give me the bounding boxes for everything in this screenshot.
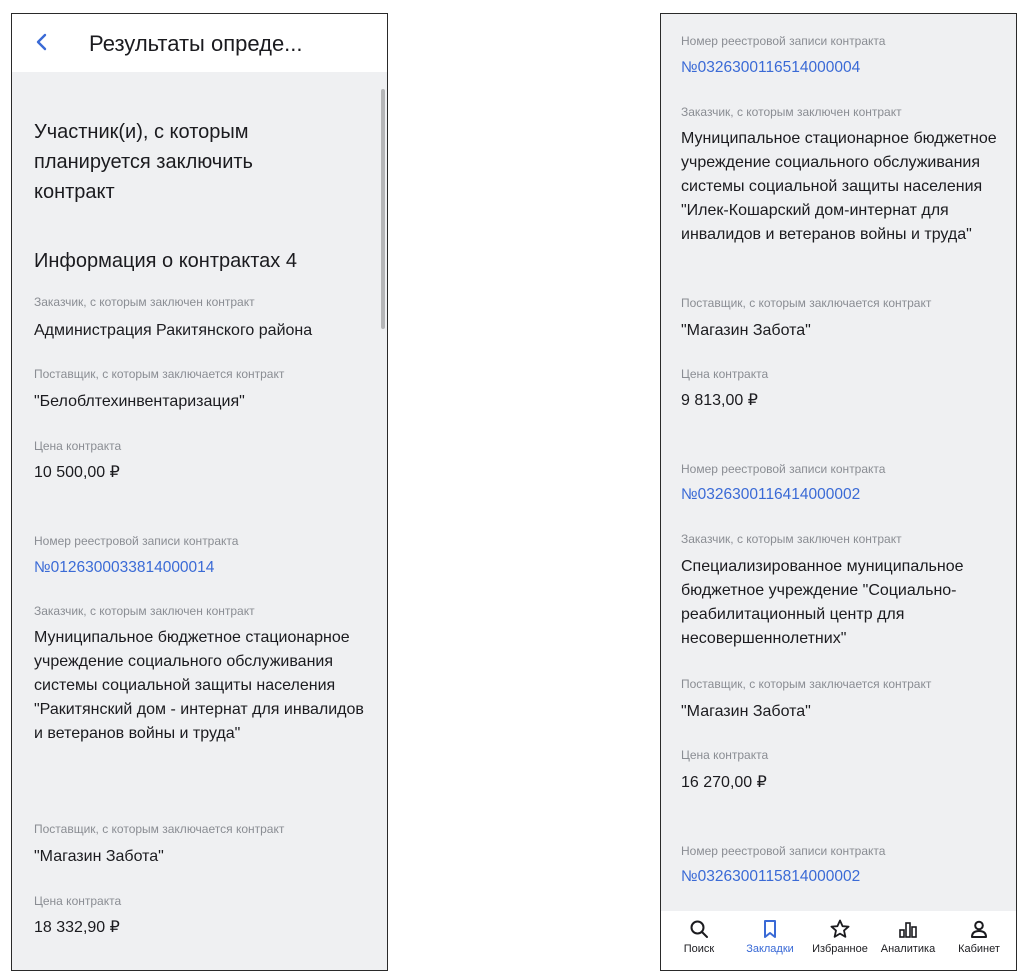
nav-item-bookmarks[interactable]: Закладки	[735, 919, 805, 955]
customer-value: Администрация Ракитянского района	[34, 322, 313, 339]
nav-item-account[interactable]: Кабинет	[944, 919, 1014, 955]
registry-link[interactable]: №0326300115814000002	[681, 868, 860, 886]
nav-item-favorites[interactable]: Избранное	[805, 919, 875, 955]
registry-label: Номер реестровой записи контракта	[34, 534, 239, 548]
analytics-icon	[899, 922, 917, 938]
customer-label: Заказчик, с которым заключен контракт	[681, 532, 902, 546]
registry-label: Номер реестровой записи контракта	[681, 844, 886, 858]
customer-label: Заказчик, с которым заключен контракт	[34, 604, 255, 618]
price-label: Цена контракта	[34, 894, 122, 908]
supplier-value: "Магазин Забота"	[681, 703, 811, 720]
section-heading-participants: Участник(и), с которым планируется заклю…	[34, 121, 253, 203]
page-title: Результаты опреде...	[89, 31, 303, 56]
right-screen: Номер реестровой записи контракта №03263…	[660, 13, 1017, 971]
scrollbar[interactable]	[381, 89, 385, 329]
nav-label: Поиск	[683, 943, 715, 955]
registry-link[interactable]: №0126300033814000014	[34, 559, 214, 577]
supplier-value: "Белоблтехинвентаризация"	[34, 393, 245, 410]
bookmark-icon	[764, 920, 776, 938]
registry-label: Номер реестровой записи контракта	[681, 462, 886, 476]
nav-item-search[interactable]: Поиск	[664, 919, 734, 955]
supplier-label: Поставщик, с которым заключается контрак…	[681, 677, 932, 691]
nav-label: Закладки	[746, 943, 794, 955]
star-icon	[830, 919, 850, 938]
supplier-value: "Магазин Забота"	[681, 322, 811, 339]
customer-value: Муниципальное стационарное бюджетное учр…	[681, 130, 997, 243]
nav-item-analytics[interactable]: Аналитика	[873, 919, 943, 955]
supplier-label: Поставщик, с которым заключается контрак…	[34, 822, 285, 836]
price-label: Цена контракта	[681, 748, 769, 762]
search-icon	[690, 920, 708, 938]
supplier-value: "Магазин Забота"	[34, 848, 164, 865]
price-value: 16 270,00 ₽	[681, 774, 767, 791]
nav-label: Избранное	[812, 943, 868, 955]
user-icon	[971, 920, 987, 938]
price-label: Цена контракта	[34, 439, 122, 453]
customer-value: Муниципальное бюджетное стационарное учр…	[34, 629, 364, 742]
customer-label: Заказчик, с которым заключен контракт	[34, 295, 255, 309]
price-value: 9 813,00 ₽	[681, 392, 758, 409]
nav-label: Аналитика	[880, 943, 936, 955]
section-heading-contracts: Информация о контрактах 4	[34, 250, 297, 272]
supplier-label: Поставщик, с которым заключается контрак…	[34, 367, 285, 381]
back-arrow-icon[interactable]	[32, 28, 52, 56]
price-value: 10 500,00 ₽	[34, 464, 120, 481]
customer-value: Специализированное муниципальное бюджетн…	[681, 558, 964, 647]
nav-label: Кабинет	[958, 943, 1000, 955]
registry-link[interactable]: №0326300116414000002	[681, 486, 860, 504]
customer-label: Заказчик, с которым заключен контракт	[681, 105, 902, 119]
registry-label: Номер реестровой записи контракта	[681, 34, 886, 48]
registry-link[interactable]: №0326300116514000004	[681, 59, 860, 77]
bottom-navigation: Поиск Закладки Избранное Аналитика Кабин…	[661, 911, 1016, 970]
price-value: 18 332,90 ₽	[34, 919, 120, 936]
supplier-label: Поставщик, с которым заключается контрак…	[681, 296, 932, 310]
top-app-bar: Результаты опреде...	[12, 14, 387, 72]
left-screen: Результаты опреде... Участник(и), с кото…	[11, 13, 388, 971]
price-label: Цена контракта	[681, 367, 769, 381]
